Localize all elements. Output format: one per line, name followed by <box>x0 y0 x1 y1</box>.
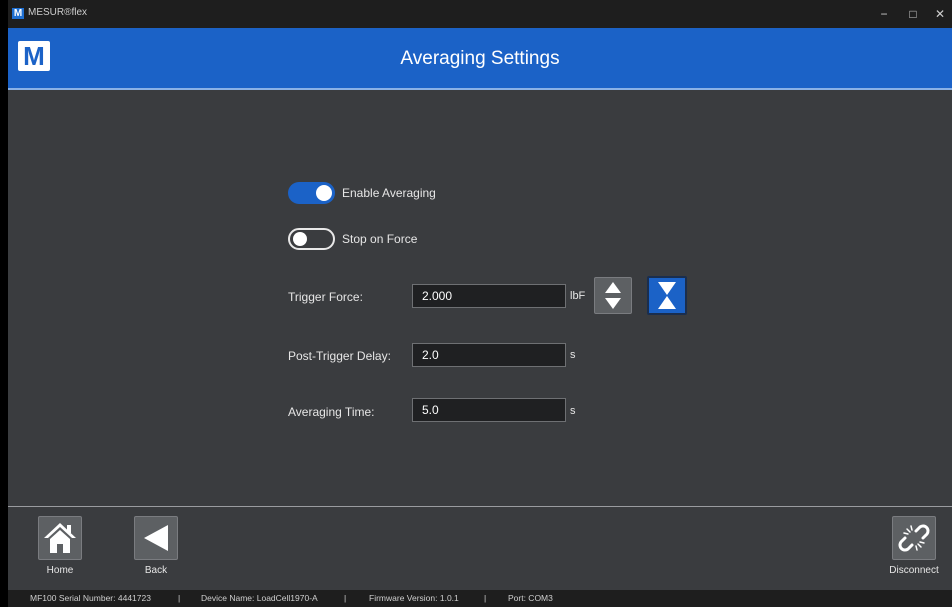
stop-on-force-row: Stop on Force <box>288 228 417 250</box>
averaging-time-unit: s <box>570 405 576 417</box>
status-bar: MF100 Serial Number: 4441723 | Device Na… <box>8 590 952 607</box>
stop-on-force-toggle[interactable] <box>288 228 335 250</box>
disconnect-label: Disconnect <box>889 565 939 576</box>
app-window: M MESUR®flex − □ ✕ M Averaging Settings … <box>8 0 952 607</box>
footer-divider <box>8 506 952 507</box>
page-title: Averaging Settings <box>400 48 560 69</box>
firmware-version-text: Firmware Version: 1.0.1 <box>369 593 459 603</box>
back-arrow-icon <box>144 525 168 551</box>
disconnect-button[interactable] <box>892 516 936 560</box>
trigger-force-input[interactable]: 2.000 <box>412 284 566 308</box>
averaging-time-label: Averaging Time: <box>288 405 375 419</box>
tare-button[interactable] <box>647 276 687 315</box>
broken-link-icon <box>898 524 930 552</box>
close-button[interactable]: ✕ <box>930 6 950 22</box>
minimize-button[interactable]: − <box>874 6 894 22</box>
enable-averaging-row: Enable Averaging <box>288 182 436 204</box>
up-down-arrows-icon <box>605 282 621 309</box>
status-separator: | <box>484 593 487 603</box>
home-label: Home <box>46 565 74 576</box>
enable-averaging-label: Enable Averaging <box>342 186 436 200</box>
back-label: Back <box>144 565 168 576</box>
device-name-text: Device Name: LoadCell1970-A <box>201 593 318 603</box>
trigger-force-label: Trigger Force: <box>288 290 363 304</box>
trigger-force-unit: lbF <box>570 290 586 302</box>
serial-number-text: MF100 Serial Number: 4441723 <box>30 593 151 603</box>
toggle-knob <box>316 185 332 201</box>
hourglass-icon <box>658 282 676 309</box>
post-trigger-delay-input[interactable]: 2.0 <box>412 343 566 367</box>
enable-averaging-toggle[interactable] <box>288 182 335 204</box>
toggle-knob <box>293 232 307 246</box>
increment-decrement-button[interactable] <box>594 277 632 314</box>
home-button[interactable] <box>38 516 82 560</box>
page-header: M Averaging Settings <box>8 28 952 90</box>
stop-on-force-label: Stop on Force <box>342 232 418 246</box>
back-button[interactable] <box>134 516 178 560</box>
title-bar: M MESUR®flex − □ ✕ <box>8 0 952 28</box>
post-trigger-delay-unit: s <box>570 349 576 361</box>
home-icon <box>44 523 76 553</box>
post-trigger-delay-label: Post-Trigger Delay: <box>288 349 391 363</box>
status-separator: | <box>178 593 181 603</box>
status-separator: | <box>344 593 347 603</box>
app-name: MESUR®flex <box>28 7 88 18</box>
port-text: Port: COM3 <box>508 593 553 603</box>
maximize-button[interactable]: □ <box>903 6 923 22</box>
app-logo-icon: M <box>12 8 24 19</box>
averaging-time-input[interactable]: 5.0 <box>412 398 566 422</box>
